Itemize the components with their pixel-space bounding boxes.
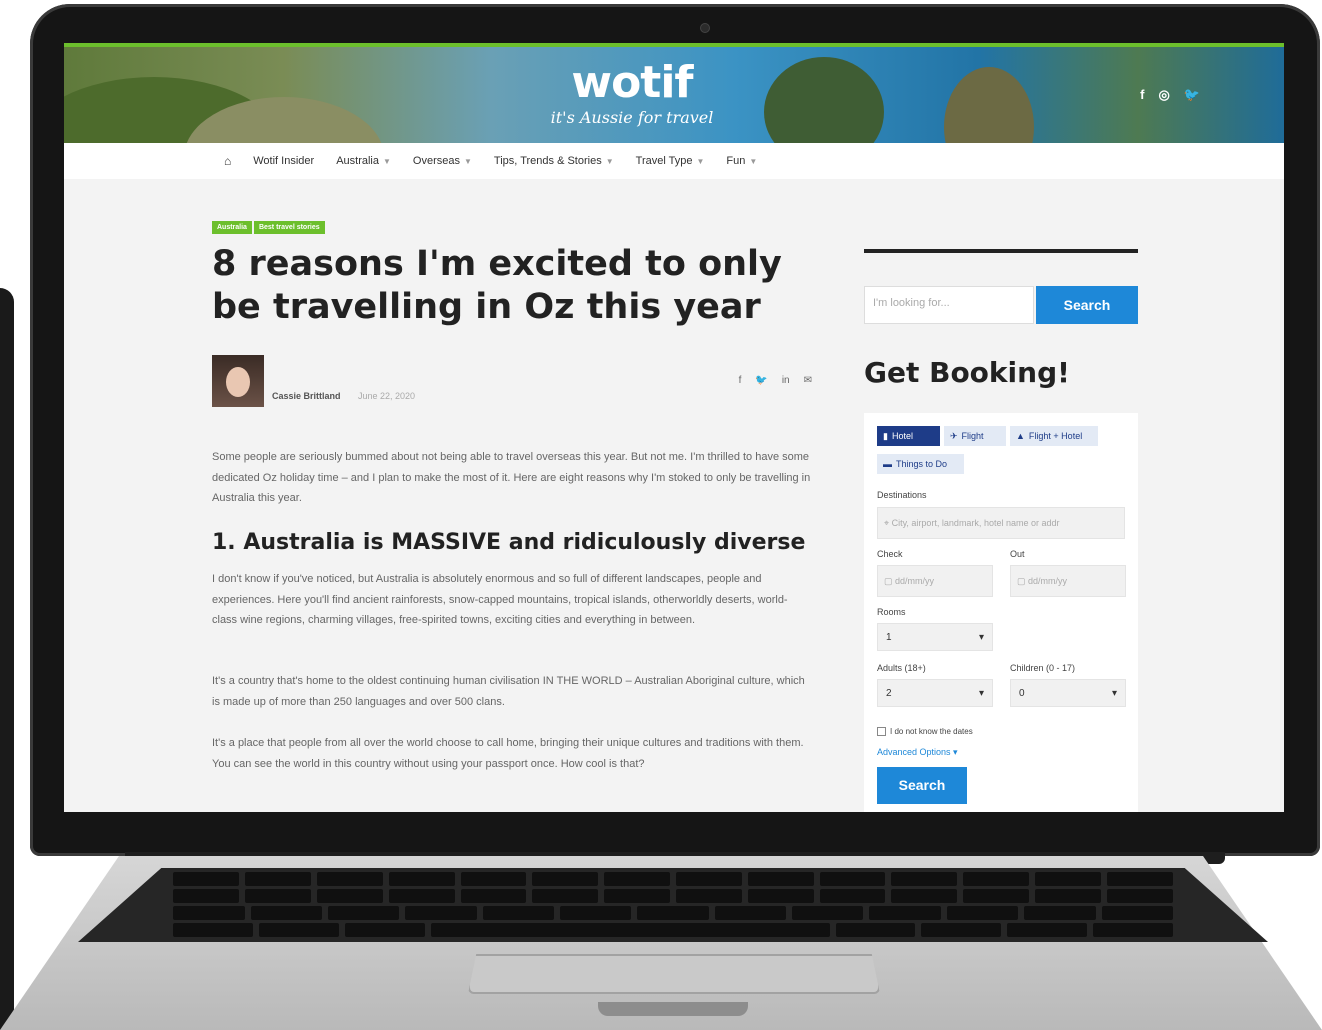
facebook-icon[interactable]: f	[1140, 87, 1144, 103]
adults-label: Adults (18+)	[877, 663, 926, 673]
background-phone-edge	[0, 288, 14, 1030]
children-value: 0	[1019, 687, 1025, 699]
tab-label: Flight + Hotel	[1028, 431, 1083, 441]
nav-australia[interactable]: Australia ▼	[336, 155, 391, 167]
out-label: Out	[1010, 549, 1025, 559]
home-icon[interactable]: ⌂	[224, 154, 231, 168]
destination-input[interactable]: ⌖ City, airport, landmark, hotel name or…	[877, 507, 1125, 539]
calendar-icon: ▢	[1017, 575, 1029, 586]
facebook-icon[interactable]: f	[739, 375, 742, 386]
email-icon[interactable]: ✉	[804, 375, 812, 386]
nav-label: Travel Type	[635, 155, 693, 167]
tab-flight[interactable]: ✈ Flight	[944, 426, 1006, 446]
destination-placeholder: City, airport, landmark, hotel name or a…	[891, 518, 1060, 528]
date-placeholder: dd/mm/yy	[1028, 576, 1068, 586]
nav-label: Tips, Trends & Stories	[493, 155, 602, 167]
trackpad	[468, 954, 880, 994]
main-nav: ⌂ Wotif Insider Australia ▼ Overseas ▼ Tip…	[64, 143, 1284, 179]
checkout-date-input[interactable]: ▢ dd/mm/yy	[1010, 565, 1126, 597]
hotel-icon: ▮	[883, 430, 888, 441]
twitter-icon[interactable]: 🐦	[1184, 87, 1200, 103]
tab-label: Hotel	[891, 431, 913, 441]
tab-things-to-do[interactable]: ▬ Things to Do	[877, 454, 964, 474]
header-banner: wotif it's Aussie for travel f ◎ 🐦	[64, 47, 1284, 143]
nav-label: Wotif Insider	[253, 155, 315, 167]
adults-select[interactable]: 2 ▾	[877, 679, 993, 707]
intro-paragraph: Some people are seriously bummed about n…	[212, 451, 811, 504]
section-paragraph: It's a place that people from all over t…	[212, 737, 804, 770]
children-label: Children (0 - 17)	[1010, 663, 1076, 673]
rooms-value: 1	[886, 631, 892, 643]
camera-icon	[700, 23, 710, 33]
advanced-options-link[interactable]: Advanced Options ▾	[877, 747, 958, 758]
nav-label: Australia	[336, 155, 379, 167]
logo-tagline: it's Aussie for travel	[550, 108, 714, 127]
booking-search-button[interactable]: Search	[877, 767, 967, 804]
chevron-down-icon: ▼	[605, 156, 614, 166]
laptop-notch	[598, 1002, 748, 1016]
calendar-icon: ▢	[884, 575, 896, 586]
browser-viewport: wotif it's Aussie for travel f ◎ 🐦 ⌂ Wot…	[64, 43, 1284, 812]
nav-travel-type[interactable]: Travel Type ▼	[636, 155, 705, 167]
twitter-icon[interactable]: 🐦	[755, 375, 767, 386]
chevron-down-icon: ▾	[978, 687, 984, 699]
ticket-icon: ▬	[883, 459, 892, 469]
section-paragraph: I don't know if you've noticed, but Aust…	[212, 573, 788, 626]
chevron-down-icon: ▼	[696, 156, 705, 166]
checkbox-icon	[877, 727, 886, 736]
no-dates-checkbox[interactable]: I do not know the dates	[877, 727, 973, 736]
laptop-mockup: wotif it's Aussie for travel f ◎ 🐦 ⌂ Wot…	[0, 0, 1322, 1030]
chevron-down-icon: ▾	[1111, 687, 1117, 699]
rooms-select[interactable]: 1 ▾	[877, 623, 993, 651]
section-paragraph: It's a country that's home to the oldest…	[212, 675, 805, 708]
instagram-icon[interactable]: ◎	[1158, 87, 1169, 103]
chevron-down-icon: ▾	[978, 631, 984, 643]
chevron-down-icon: ▼	[463, 156, 472, 166]
checkin-date-input[interactable]: ▢ dd/mm/yy	[877, 565, 993, 597]
social-links: f ◎ 🐦	[1140, 87, 1200, 103]
plane-icon: ✈	[950, 430, 958, 441]
tab-label: Flight	[961, 431, 984, 441]
tag-best-travel-stories[interactable]: Best travel stories	[253, 221, 325, 234]
keyboard	[78, 868, 1268, 942]
publish-date: June 22, 2020	[358, 391, 416, 401]
sidebar-search-button[interactable]: Search	[1036, 286, 1138, 324]
children-select[interactable]: 0 ▾	[1010, 679, 1126, 707]
share-icons: f 🐦 in ✉	[739, 375, 812, 386]
author-name[interactable]: Cassie Brittland	[272, 391, 341, 401]
chevron-down-icon: ▼	[382, 156, 391, 166]
sidebar-divider	[864, 249, 1138, 253]
rooms-label: Rooms	[877, 607, 906, 617]
article-tags: Australia Best travel stories	[212, 221, 325, 234]
check-label: Check	[877, 549, 903, 559]
nav-label: Fun	[726, 155, 746, 167]
nav-label: Overseas	[412, 155, 460, 167]
tab-label: Things to Do	[896, 459, 948, 469]
logo-wordmark: wotif	[571, 57, 693, 108]
nav-overseas[interactable]: Overseas ▼	[413, 155, 472, 167]
nav-tips-trends[interactable]: Tips, Trends & Stories ▼	[494, 155, 614, 167]
tab-flight-hotel[interactable]: ▲ Flight + Hotel	[1010, 426, 1098, 446]
author-row: Cassie Brittland June 22, 2020 f 🐦 in ✉	[212, 355, 812, 407]
chevron-down-icon: ▼	[749, 156, 758, 166]
tag-australia[interactable]: Australia	[212, 221, 252, 234]
booking-widget: ▮ Hotel ✈ Flight ▲ Flight + Hotel ▬ Things t…	[864, 413, 1138, 812]
booking-title: Get Booking!	[864, 356, 1070, 389]
tab-hotel[interactable]: ▮ Hotel	[877, 426, 940, 446]
location-pin-icon: ⌖	[884, 517, 892, 528]
nav-wotif-insider[interactable]: Wotif Insider	[253, 155, 314, 167]
flight-hotel-icon: ▲	[1016, 431, 1025, 441]
wotif-logo[interactable]: wotif it's Aussie for travel	[542, 57, 722, 143]
linkedin-icon[interactable]: in	[782, 375, 790, 386]
adults-value: 2	[886, 687, 892, 699]
date-placeholder: dd/mm/yy	[895, 576, 935, 586]
article-title: 8 reasons I'm excited to only be travell…	[212, 244, 782, 327]
sidebar-search-input[interactable]: I'm looking for...	[864, 286, 1034, 324]
destination-label: Destinations	[877, 490, 927, 500]
section-heading: 1. Australia is MASSIVE and ridiculously…	[212, 530, 806, 555]
nav-fun[interactable]: Fun ▼	[726, 155, 757, 167]
avatar	[212, 355, 264, 407]
checkbox-label: I do not know the dates	[890, 727, 973, 736]
